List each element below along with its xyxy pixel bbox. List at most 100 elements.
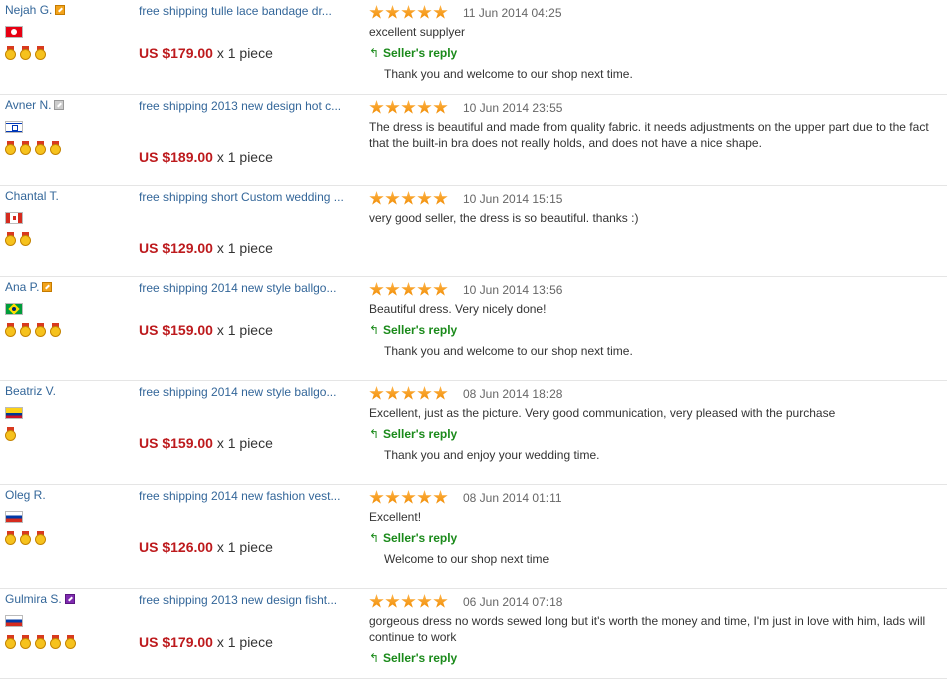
buyer-level-icon [42, 282, 53, 292]
star-icon [385, 100, 400, 114]
order-price: US $179.00 [139, 45, 213, 61]
seller-reply: ↰ Seller's reply [369, 45, 947, 61]
review-comment: excellent supplyer [369, 25, 466, 39]
star-icon [385, 282, 400, 296]
star-rating [369, 490, 449, 508]
buyer-medals [5, 323, 130, 337]
country-flag-icon [5, 511, 23, 523]
product-link[interactable]: free shipping 2014 new style ballgo... [139, 280, 349, 296]
star-icon [401, 490, 416, 504]
review-date: 11 Jun 2014 04:25 [463, 6, 562, 20]
country-flag-icon [5, 26, 23, 38]
star-icon [385, 5, 400, 19]
star-icon [385, 191, 400, 205]
buyer-name[interactable]: Avner N. [5, 98, 51, 112]
review-content: 08 Jun 2014 01:11 Excellent! ↰ Seller's rep… [369, 490, 947, 567]
buyer-name[interactable]: Nejah G. [5, 3, 52, 17]
review-comment: very good seller, the dress is so beauti… [369, 211, 639, 225]
seller-reply-text: Thank you and enjoy your wedding time. [384, 448, 600, 462]
product-info: free shipping tulle lace bandage dr... [139, 3, 349, 19]
medal-icon [35, 635, 46, 649]
buyer-level-icon [64, 594, 75, 604]
star-icon [417, 282, 432, 296]
feedback-row: Avner N. free shipping 2013 new design ho… [0, 95, 947, 186]
buyer-name[interactable]: Ana P. [5, 280, 39, 294]
order-price: US $179.00 [139, 634, 213, 650]
medal-icon [20, 531, 31, 545]
product-link[interactable]: free shipping tulle lace bandage dr... [139, 3, 349, 19]
product-info: free shipping 2014 new style ballgo... [139, 384, 349, 400]
buyer-info: Beatriz V. [5, 384, 130, 441]
review-date: 06 Jun 2014 07:18 [463, 595, 563, 609]
seller-reply-label: Seller's reply [383, 651, 458, 665]
product-link[interactable]: free shipping 2014 new fashion vest... [139, 488, 349, 504]
price-line: US $129.00 x 1 piece [139, 240, 273, 256]
buyer-medals [5, 531, 130, 545]
medal-icon [20, 323, 31, 337]
star-icon [433, 100, 448, 114]
medal-icon [5, 531, 16, 545]
product-info: free shipping 2014 new fashion vest... [139, 488, 349, 504]
seller-reply: ↰ Seller's reply [369, 530, 947, 546]
star-icon [369, 5, 384, 19]
medal-icon [5, 323, 16, 337]
star-icon [433, 386, 448, 400]
order-quantity: x 1 piece [216, 45, 273, 61]
buyer-name[interactable]: Oleg R. [5, 488, 46, 502]
buyer-medals [5, 232, 130, 246]
review-comment: Excellent, just as the picture. Very goo… [369, 406, 836, 420]
buyer-info: Ana P. [5, 280, 130, 337]
review-comment: gorgeous dress no words sewed long but i… [369, 614, 926, 644]
buyer-name[interactable]: Chantal T. [5, 189, 59, 203]
product-link[interactable]: free shipping 2014 new style ballgo... [139, 384, 349, 400]
price-line: US $126.00 x 1 piece [139, 539, 273, 555]
star-icon [369, 594, 384, 608]
buyer-name[interactable]: Gulmira S. [5, 592, 62, 606]
reply-arrow-icon: ↰ [369, 323, 380, 337]
buyer-info: Chantal T. [5, 189, 130, 246]
feedback-row: Ana P. free shipping 2014 new style ballg… [0, 277, 947, 381]
order-price: US $189.00 [139, 149, 213, 165]
medal-icon [5, 427, 16, 441]
medal-icon [35, 141, 46, 155]
product-link[interactable]: free shipping 2013 new design hot c... [139, 98, 349, 114]
star-icon [417, 100, 432, 114]
star-icon [417, 5, 432, 19]
country-flag-icon [5, 212, 23, 224]
star-icon [401, 386, 416, 400]
star-icon [385, 386, 400, 400]
order-quantity: x 1 piece [216, 240, 273, 256]
feedback-row: Oleg R. free shipping 2014 new fashion ve… [0, 485, 947, 589]
review-content: 06 Jun 2014 07:18 gorgeous dress no words… [369, 594, 947, 666]
feedback-list: Nejah G. free shipping tulle lace bandage… [0, 0, 947, 679]
medal-icon [20, 232, 31, 246]
review-content: 10 Jun 2014 15:15 very good seller, the d… [369, 191, 947, 226]
buyer-info: Nejah G. [5, 3, 130, 60]
star-icon [385, 490, 400, 504]
star-icon [369, 191, 384, 205]
star-rating [369, 5, 449, 23]
buyer-name[interactable]: Beatriz V. [5, 384, 56, 398]
star-icon [401, 5, 416, 19]
medal-icon [20, 635, 31, 649]
medal-icon [35, 531, 46, 545]
seller-reply-label: Seller's reply [383, 46, 458, 60]
star-icon [417, 386, 432, 400]
star-icon [433, 490, 448, 504]
product-link[interactable]: free shipping 2013 new design fisht... [139, 592, 349, 608]
review-date: 10 Jun 2014 23:55 [463, 101, 563, 115]
order-price: US $129.00 [139, 240, 213, 256]
medal-icon [50, 141, 61, 155]
star-icon [369, 100, 384, 114]
product-info: free shipping 2013 new design hot c... [139, 98, 349, 114]
buyer-level-icon [54, 100, 65, 110]
star-icon [417, 594, 432, 608]
product-link[interactable]: free shipping short Custom wedding ... [139, 189, 349, 205]
country-flag-icon [5, 303, 23, 315]
order-quantity: x 1 piece [216, 435, 273, 451]
price-line: US $179.00 x 1 piece [139, 45, 273, 61]
seller-reply-text: Thank you and welcome to our shop next t… [384, 344, 633, 358]
buyer-level-icon [55, 5, 66, 15]
seller-reply-label: Seller's reply [383, 427, 458, 441]
order-price: US $126.00 [139, 539, 213, 555]
